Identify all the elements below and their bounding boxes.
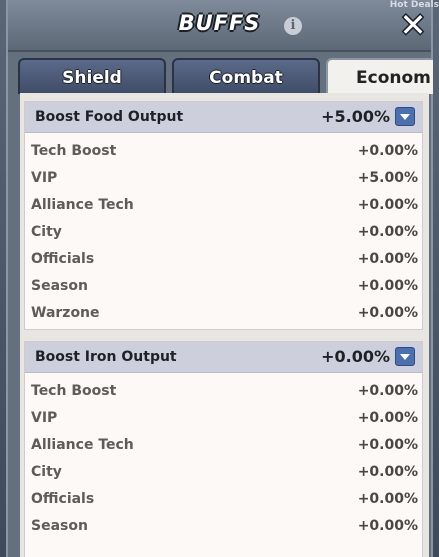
buff-row-label: City <box>31 464 62 480</box>
buff-section-iron: Boost Iron Output +0.00% Tech Boost +0.0… <box>24 341 423 557</box>
backdrop-corner-text: Hot Deals <box>389 0 439 10</box>
section-header[interactable]: Boost Food Output +5.00% <box>25 102 422 133</box>
buff-row: VIP +5.00% <box>25 165 422 192</box>
buff-row: Warzone +0.00% <box>25 300 422 327</box>
buff-row-value: +0.00% <box>357 224 418 240</box>
section-total: +5.00% <box>321 107 390 126</box>
buff-row: Officials +0.00% <box>25 486 422 513</box>
buff-row: Officials +0.00% <box>25 246 422 273</box>
tab-shield[interactable]: Shield <box>18 58 166 94</box>
buff-row: Alliance Tech +0.00% <box>25 432 422 459</box>
buff-row-label: Alliance Tech <box>31 197 134 213</box>
buff-row-label: Tech Boost <box>31 143 117 159</box>
buffs-dialog: BUFFS i ✕ Shield Combat Econom Boost Foo… <box>6 0 433 557</box>
buff-row-value: +0.00% <box>357 518 418 534</box>
buff-row-label: Season <box>31 278 88 294</box>
buff-row-value: +0.00% <box>357 464 418 480</box>
backdrop-right <box>433 0 439 557</box>
buff-row-label: City <box>31 224 62 240</box>
buff-row-label: Warzone <box>31 305 100 321</box>
buff-row: Tech Boost +0.00% <box>25 138 422 165</box>
buff-row-value: +0.00% <box>357 410 418 426</box>
buff-row-value: +0.00% <box>357 437 418 453</box>
buff-row-value: +0.00% <box>357 491 418 507</box>
buff-row: City +0.00% <box>25 219 422 246</box>
buff-row: Season +0.00% <box>25 513 422 540</box>
buff-row: Season +0.00% <box>25 273 422 300</box>
buff-row: VIP +0.00% <box>25 405 422 432</box>
buff-row-label: Officials <box>31 251 95 267</box>
dialog-titlebar: BUFFS i ✕ <box>8 0 431 52</box>
buff-row: Tech Boost +0.00% <box>25 378 422 405</box>
tab-bar: Shield Combat Econom <box>18 58 433 94</box>
chevron-down-icon[interactable] <box>395 107 415 126</box>
close-icon[interactable]: ✕ <box>398 9 428 41</box>
buff-row-label: Tech Boost <box>31 383 117 399</box>
buff-row-value: +0.00% <box>357 251 418 267</box>
tab-combat[interactable]: Combat <box>172 58 320 94</box>
dialog-title: BUFFS <box>178 11 261 35</box>
section-title: Boost Iron Output <box>35 349 177 365</box>
buffs-content[interactable]: Boost Food Output +5.00% Tech Boost +0.0… <box>20 93 429 557</box>
buff-section-food: Boost Food Output +5.00% Tech Boost +0.0… <box>24 101 423 330</box>
buff-row-label: Officials <box>31 491 95 507</box>
buff-row-label: Alliance Tech <box>31 437 134 453</box>
buff-row-label: VIP <box>31 170 58 186</box>
tab-economy[interactable]: Econom <box>326 58 433 94</box>
buff-row: City +0.00% <box>25 459 422 486</box>
buff-row-value: +0.00% <box>357 383 418 399</box>
buff-row-value: +0.00% <box>357 278 418 294</box>
section-header[interactable]: Boost Iron Output +0.00% <box>25 342 422 373</box>
buff-row-value: +0.00% <box>357 143 418 159</box>
buff-row: Alliance Tech +0.00% <box>25 192 422 219</box>
info-icon[interactable]: i <box>284 17 302 35</box>
chevron-down-icon[interactable] <box>395 347 415 366</box>
section-total: +0.00% <box>321 347 390 366</box>
buff-row-value: +5.00% <box>357 170 418 186</box>
buff-row-value: +0.00% <box>357 197 418 213</box>
buff-row-value: +0.00% <box>357 305 418 321</box>
section-title: Boost Food Output <box>35 109 184 125</box>
buff-row-label: Season <box>31 518 88 534</box>
buff-row-label: VIP <box>31 410 58 426</box>
